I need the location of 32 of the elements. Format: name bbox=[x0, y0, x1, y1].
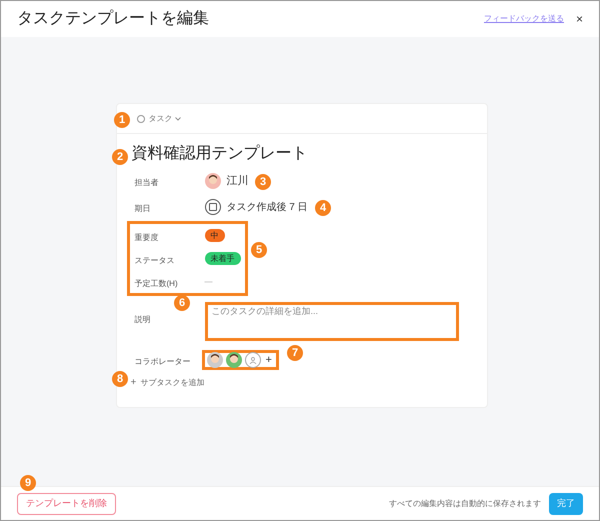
field-label: ステータス bbox=[134, 256, 174, 264]
field-label: 予定工数(H) bbox=[134, 278, 178, 288]
autosave-note: すべての編集内容は自動的に保存されます bbox=[389, 498, 541, 510]
number-badge: 9 bbox=[20, 475, 36, 491]
tag[interactable]: 未着手 bbox=[204, 252, 240, 265]
add-subtask-button[interactable]: + サブタスクを追加 bbox=[130, 377, 204, 389]
due-date: タスク作成後 7 日 bbox=[226, 200, 308, 214]
field-label: 説明 bbox=[134, 315, 150, 324]
assignee-name: 江川 bbox=[226, 174, 248, 189]
task-title: 資料確認用テンプレート bbox=[132, 144, 308, 164]
task-type-dropdown[interactable]: タスク bbox=[148, 112, 180, 124]
avatar-icon bbox=[206, 352, 222, 368]
add-collaborator-button[interactable]: + bbox=[264, 354, 274, 366]
done-button[interactable]: 完了 bbox=[549, 492, 583, 514]
field-label: 期日 bbox=[134, 204, 150, 213]
add-person-icon[interactable] bbox=[244, 352, 260, 368]
field-label: コラボレーター bbox=[134, 357, 190, 366]
plus-icon: + bbox=[130, 378, 136, 388]
avatar-icon bbox=[226, 352, 242, 368]
field-label: 担当者 bbox=[134, 178, 158, 187]
feedback-link[interactable]: フィードバックを送る bbox=[484, 13, 564, 25]
description-field[interactable]: このタスクの詳細を追加... bbox=[204, 302, 458, 341]
chevron-down-icon bbox=[174, 116, 180, 120]
close-icon[interactable]: × bbox=[576, 13, 583, 25]
window-title: タスクテンプレートを編集 bbox=[17, 8, 209, 29]
field-label: 重要度 bbox=[134, 232, 158, 242]
tag[interactable]: 中 bbox=[204, 229, 224, 242]
estimate-value: — bbox=[204, 276, 212, 288]
delete-template-button[interactable]: テンプレートを削除 bbox=[17, 492, 116, 514]
calendar-icon bbox=[204, 199, 220, 215]
check-icon bbox=[136, 114, 144, 122]
avatar-icon bbox=[204, 173, 220, 189]
